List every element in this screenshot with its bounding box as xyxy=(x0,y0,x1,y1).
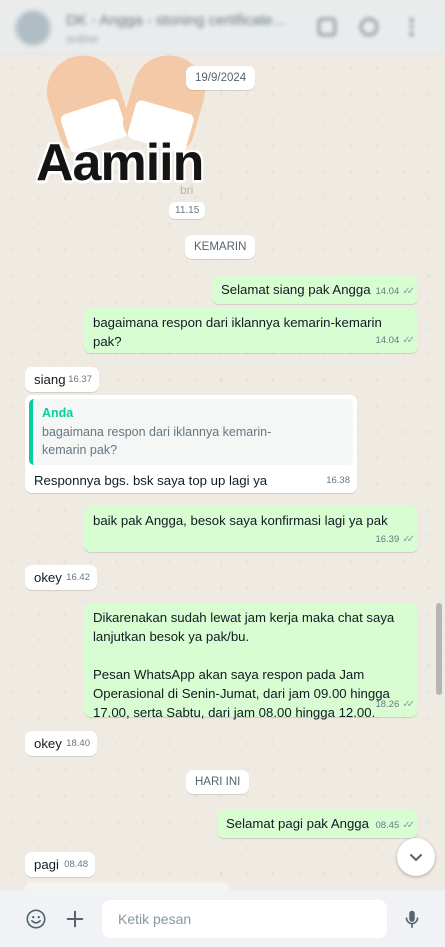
message-meta: 14.04 ✓✓ xyxy=(375,282,415,301)
shop-icon[interactable] xyxy=(318,18,336,36)
double-check-icon: ✓✓ xyxy=(402,534,415,545)
message-time: 08.45 xyxy=(375,820,400,831)
menu-icon[interactable] xyxy=(410,18,414,36)
message-input-container[interactable] xyxy=(102,900,387,938)
contact-status: online xyxy=(66,32,99,46)
double-check-icon: ✓✓ xyxy=(402,286,415,297)
message-time: 16.42 xyxy=(66,572,90,583)
message-text: Selamat siang pak Angga xyxy=(221,282,371,297)
sticker-text: Aamiin xyxy=(36,134,204,192)
message-time: 08.48 xyxy=(64,859,88,870)
double-check-icon: ✓✓ xyxy=(402,820,415,831)
message-outgoing[interactable]: bagaimana respon dari iklannya kemarin-k… xyxy=(84,308,418,353)
message-outgoing[interactable]: Dikarenakan sudah lewat jam kerja maka c… xyxy=(84,603,418,720)
message-text: okey xyxy=(34,736,62,751)
message-text: Selamat pagi pak Angga xyxy=(226,816,369,831)
message-time: 16.38 xyxy=(326,475,350,486)
message-meta: 14.04 ✓✓ xyxy=(375,331,415,350)
scroll-to-bottom-button[interactable] xyxy=(397,838,435,876)
quoted-text: bagaimana respon dari iklannya kemarin- … xyxy=(42,425,272,457)
chat-header[interactable]: DK - Angga - stoning certificate... onli… xyxy=(0,0,445,55)
sticker-brand: bri xyxy=(180,183,194,197)
message-text: pagi xyxy=(34,857,59,872)
composer-bar xyxy=(0,890,445,947)
message-incoming-partial[interactable] xyxy=(25,882,230,890)
search-icon[interactable] xyxy=(360,18,378,36)
sticker-time: 11.15 xyxy=(169,202,206,219)
date-chip: HARI INI xyxy=(186,770,250,794)
message-outgoing[interactable]: Selamat pagi pak Angga 08.45 ✓✓ xyxy=(217,810,418,838)
message-list[interactable]: Aamiin bri 11.15 19/9/2024 KEMARIN Selam… xyxy=(0,55,445,890)
contact-name[interactable]: DK - Angga - stoning certificate... xyxy=(66,12,285,29)
contact-avatar[interactable] xyxy=(14,9,52,47)
emoji-icon[interactable] xyxy=(24,907,48,931)
plus-icon[interactable] xyxy=(63,907,87,931)
message-incoming[interactable]: siang 16.37 xyxy=(25,367,99,392)
message-time: 14.04 xyxy=(375,335,400,346)
date-chip: KEMARIN xyxy=(185,235,256,259)
message-incoming[interactable]: okey 18.40 xyxy=(25,731,97,756)
chevron-down-icon xyxy=(410,854,422,861)
message-meta: 16.39 ✓✓ xyxy=(375,530,415,549)
message-text: Dikarenakan sudah lewat jam kerja maka c… xyxy=(93,610,395,720)
message-text: okey xyxy=(34,570,62,585)
message-outgoing[interactable]: baik pak Angga, besok saya konfirmasi la… xyxy=(84,506,418,552)
message-incoming[interactable]: pagi 08.48 xyxy=(25,852,95,877)
quoted-message[interactable]: Anda bagaimana respon dari iklannya kema… xyxy=(29,399,353,465)
message-meta: 08.45 ✓✓ xyxy=(375,816,415,835)
message-text: baik pak Angga, besok saya konfirmasi la… xyxy=(93,513,388,528)
double-check-icon: ✓✓ xyxy=(402,335,415,346)
sticker-message[interactable]: Aamiin bri xyxy=(30,55,214,205)
message-text: siang xyxy=(34,372,66,387)
message-time: 16.37 xyxy=(68,374,92,385)
message-meta: 18.26 ✓✓ xyxy=(375,695,415,714)
message-time: 14.04 xyxy=(375,286,400,297)
date-chip: 19/9/2024 xyxy=(186,66,256,90)
message-incoming[interactable]: okey 16.42 xyxy=(25,565,97,590)
message-time: 16.39 xyxy=(375,534,400,545)
message-text: Responnya bgs. bsk saya top up lagi ya xyxy=(34,473,268,488)
double-check-icon: ✓✓ xyxy=(402,699,415,710)
microphone-icon[interactable] xyxy=(400,907,424,931)
message-time: 18.40 xyxy=(66,738,90,749)
quoted-author: Anda xyxy=(42,406,74,420)
message-incoming-reply[interactable]: Anda bagaimana respon dari iklannya kema… xyxy=(25,395,357,493)
message-input[interactable] xyxy=(118,911,371,927)
message-text: bagaimana respon dari iklannya kemarin-k… xyxy=(93,315,386,349)
message-time: 18.26 xyxy=(375,699,400,710)
message-outgoing[interactable]: Selamat siang pak Angga 14.04 ✓✓ xyxy=(212,276,418,304)
chat-scrollbar[interactable] xyxy=(436,603,442,695)
